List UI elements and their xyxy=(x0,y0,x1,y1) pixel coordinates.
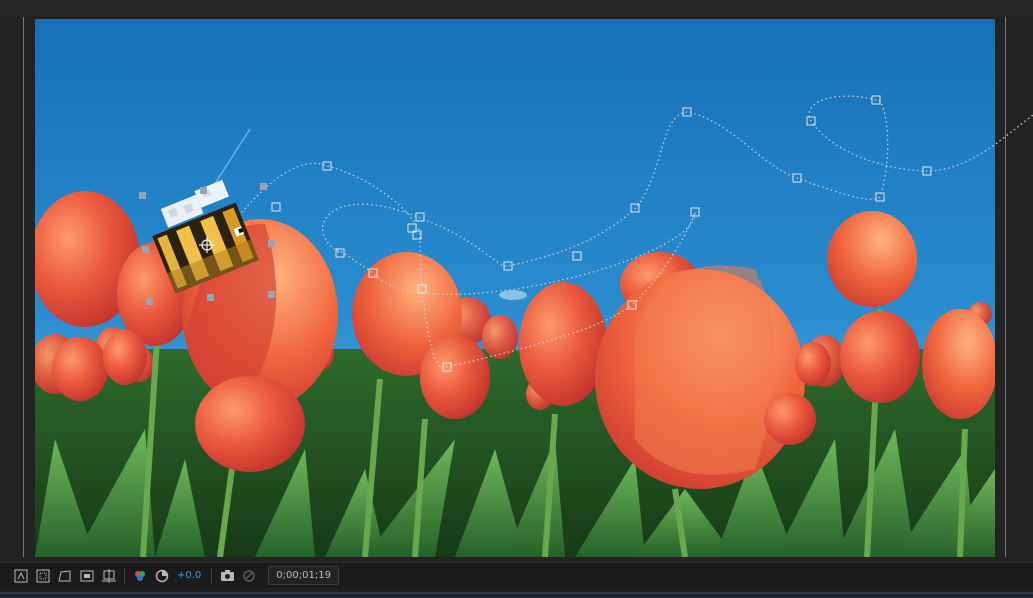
always-preview-icon[interactable] xyxy=(11,566,31,586)
transform-handle[interactable] xyxy=(142,246,149,253)
toolbar-separator xyxy=(211,567,213,584)
panel-bottom-strip xyxy=(0,588,1033,598)
viewer-toolbar: +0.0 0;00;01;19 xyxy=(0,562,1033,588)
exposure-value[interactable]: +0.0 xyxy=(177,570,201,581)
tulip-field-image xyxy=(35,19,995,557)
transform-handle[interactable] xyxy=(268,291,275,298)
panel-focus-accent xyxy=(0,592,1033,594)
after-effects-window: +0.0 0;00;01;19 xyxy=(0,0,1033,598)
transform-handle[interactable] xyxy=(139,192,146,199)
snapshot-camera-icon[interactable] xyxy=(217,566,237,586)
transform-handle[interactable] xyxy=(268,240,275,247)
show-snapshot-icon xyxy=(239,566,259,586)
reset-exposure-icon[interactable] xyxy=(152,566,172,586)
show-channel-icon[interactable] xyxy=(130,566,150,586)
guides-grid-icon[interactable] xyxy=(99,566,119,586)
current-time-display[interactable]: 0;00;01;19 xyxy=(268,566,339,585)
composition-frame[interactable] xyxy=(35,19,995,557)
mask-visibility-icon[interactable] xyxy=(77,566,97,586)
transform-handle[interactable] xyxy=(260,183,267,190)
right-title-safe-guide xyxy=(1005,17,1006,557)
left-title-safe-guide xyxy=(23,17,24,557)
transform-handle[interactable] xyxy=(200,187,207,194)
region-of-interest-icon[interactable] xyxy=(33,566,53,586)
toolbar-separator xyxy=(124,567,125,584)
transform-handle[interactable] xyxy=(207,294,214,301)
transform-handle[interactable] xyxy=(146,298,153,305)
transparency-grid-icon[interactable] xyxy=(55,566,75,586)
panel-header-strip xyxy=(0,0,1033,17)
